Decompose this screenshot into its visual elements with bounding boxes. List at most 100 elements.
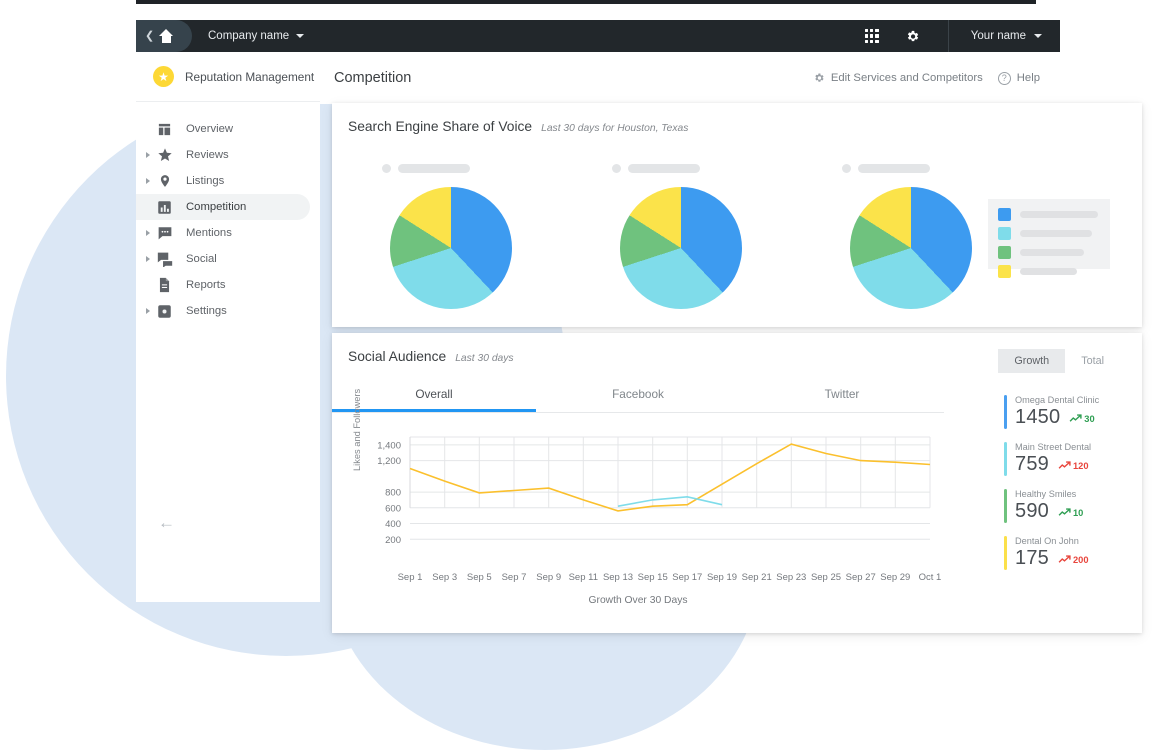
sov-subtitle: Last 30 days for Houston, Texas bbox=[541, 123, 688, 134]
legend-swatch bbox=[998, 265, 1011, 278]
pie-slices[interactable] bbox=[620, 187, 742, 309]
user-menu[interactable]: Your name bbox=[948, 20, 1060, 52]
competitor-stat: Main Street Dental759120 bbox=[1004, 442, 1124, 476]
toggle-growth[interactable]: Growth bbox=[998, 349, 1065, 373]
page-title: Competition bbox=[334, 70, 411, 86]
bar-chart-icon bbox=[156, 199, 173, 216]
stat-color-bar bbox=[1004, 442, 1007, 476]
sidebar-item-label: Social bbox=[186, 253, 217, 265]
social-title: Social Audience bbox=[348, 349, 446, 364]
expand-arrow-icon[interactable] bbox=[146, 178, 156, 184]
chevron-left-icon[interactable]: ❮ bbox=[145, 31, 154, 42]
apps-grid-icon[interactable] bbox=[865, 29, 879, 43]
trend-arrow-icon bbox=[1058, 508, 1071, 517]
chevron-down-icon[interactable] bbox=[296, 34, 304, 38]
content-header: Competition Edit Services and Competitor… bbox=[320, 52, 1060, 104]
line-chart: Likes and Followers 2004006008001,2001,4… bbox=[332, 427, 944, 607]
stat-delta: 120 bbox=[1058, 461, 1089, 471]
company-selector[interactable]: Company name bbox=[208, 30, 304, 42]
svg-text:800: 800 bbox=[385, 488, 401, 499]
stat-value: 175 bbox=[1015, 547, 1049, 570]
edit-services-label: Edit Services and Competitors bbox=[831, 72, 983, 84]
svg-text:Sep 25: Sep 25 bbox=[811, 572, 841, 583]
content-header-actions: Edit Services and Competitors ? Help bbox=[813, 72, 1040, 85]
stat-name: Healthy Smiles bbox=[1015, 489, 1124, 499]
pie-title-placeholder bbox=[842, 164, 972, 173]
expand-arrow-icon[interactable] bbox=[146, 230, 156, 236]
pie-chart-3 bbox=[842, 164, 972, 309]
home-icon[interactable] bbox=[159, 29, 174, 43]
settings-gear-icon bbox=[156, 303, 173, 320]
username-label: Your name bbox=[971, 30, 1026, 42]
svg-text:Sep 3: Sep 3 bbox=[432, 572, 457, 583]
pie-slices[interactable] bbox=[850, 187, 972, 309]
tab-facebook[interactable]: Facebook bbox=[536, 377, 740, 412]
pie-legend bbox=[988, 199, 1110, 269]
sidebar-item-overview[interactable]: Overview bbox=[136, 116, 310, 142]
comment-icon bbox=[156, 225, 173, 242]
location-pin-icon bbox=[156, 173, 173, 190]
sidebar-item-reviews[interactable]: Reviews bbox=[136, 142, 310, 168]
placeholder-bar bbox=[398, 164, 470, 173]
question-mark-icon: ? bbox=[998, 72, 1011, 85]
chevron-down-icon[interactable] bbox=[1034, 34, 1042, 38]
sidebar-item-settings[interactable]: Settings bbox=[136, 298, 310, 324]
x-axis-caption: Growth Over 30 Days bbox=[332, 595, 944, 606]
tab-overall[interactable]: Overall bbox=[332, 377, 536, 412]
help-button[interactable]: ? Help bbox=[998, 72, 1040, 85]
social-tabs: OverallFacebookTwitter bbox=[332, 377, 944, 413]
arrow-left-icon[interactable]: ← bbox=[158, 514, 175, 531]
trend-arrow-icon bbox=[1069, 414, 1082, 423]
expand-arrow-icon[interactable] bbox=[146, 256, 156, 262]
tab-twitter[interactable]: Twitter bbox=[740, 377, 944, 412]
stat-delta-value: 200 bbox=[1073, 555, 1089, 565]
legend-swatch bbox=[998, 246, 1011, 259]
competitor-stat: Dental On John175200 bbox=[1004, 536, 1124, 570]
stat-delta-value: 30 bbox=[1084, 414, 1094, 424]
expand-arrow-icon[interactable] bbox=[146, 308, 156, 314]
svg-text:Sep 7: Sep 7 bbox=[502, 572, 527, 583]
edit-services-button[interactable]: Edit Services and Competitors bbox=[813, 72, 983, 84]
window-top-strip bbox=[136, 0, 1036, 4]
stat-delta: 10 bbox=[1058, 508, 1083, 518]
gear-icon[interactable] bbox=[905, 29, 920, 44]
toggle-total[interactable]: Total bbox=[1065, 349, 1120, 373]
gear-icon bbox=[813, 72, 825, 84]
star-badge-icon: ★ bbox=[153, 66, 174, 87]
top-bar: ❮ Company name Your name bbox=[136, 20, 1060, 52]
expand-arrow-icon[interactable] bbox=[146, 152, 156, 158]
sidebar-item-reports[interactable]: Reports bbox=[136, 272, 310, 298]
legend-swatch bbox=[998, 208, 1011, 221]
company-name-label: Company name bbox=[208, 30, 289, 42]
social-subtitle: Last 30 days bbox=[455, 353, 513, 364]
legend-label-placeholder bbox=[1020, 268, 1077, 275]
placeholder-bar bbox=[628, 164, 700, 173]
svg-text:Sep 15: Sep 15 bbox=[638, 572, 668, 583]
sidebar-item-label: Reviews bbox=[186, 149, 229, 161]
sidebar-item-social[interactable]: Social bbox=[136, 246, 310, 272]
top-bar-right: Your name bbox=[865, 20, 1060, 52]
legend-item bbox=[998, 227, 1100, 240]
trend-arrow-icon bbox=[1058, 461, 1071, 470]
svg-text:Sep 13: Sep 13 bbox=[603, 572, 633, 583]
svg-text:200: 200 bbox=[385, 535, 401, 546]
y-axis-label: Likes and Followers bbox=[352, 389, 362, 471]
sidebar-item-label: Listings bbox=[186, 175, 224, 187]
stat-name: Omega Dental Clinic bbox=[1015, 395, 1124, 405]
sidebar-item-competition[interactable]: Competition bbox=[136, 194, 310, 220]
pie-slices[interactable] bbox=[390, 187, 512, 309]
stat-value: 759 bbox=[1015, 453, 1049, 476]
dashboard-icon bbox=[156, 121, 173, 138]
sidebar-item-mentions[interactable]: Mentions bbox=[136, 220, 310, 246]
svg-text:Sep 27: Sep 27 bbox=[846, 572, 876, 583]
line-chart-svg: 2004006008001,2001,400Sep 1Sep 3Sep 5Sep… bbox=[332, 427, 944, 607]
sov-title-row: Search Engine Share of Voice Last 30 day… bbox=[332, 103, 1142, 134]
svg-text:Sep 1: Sep 1 bbox=[398, 572, 423, 583]
svg-text:Oct 1: Oct 1 bbox=[919, 572, 942, 583]
competitor-stat: Healthy Smiles59010 bbox=[1004, 489, 1124, 523]
sov-title: Search Engine Share of Voice bbox=[348, 119, 532, 134]
pie-title-placeholder bbox=[612, 164, 742, 173]
legend-item bbox=[998, 208, 1100, 221]
sidebar-item-listings[interactable]: Listings bbox=[136, 168, 310, 194]
home-button[interactable]: ❮ bbox=[136, 20, 192, 52]
